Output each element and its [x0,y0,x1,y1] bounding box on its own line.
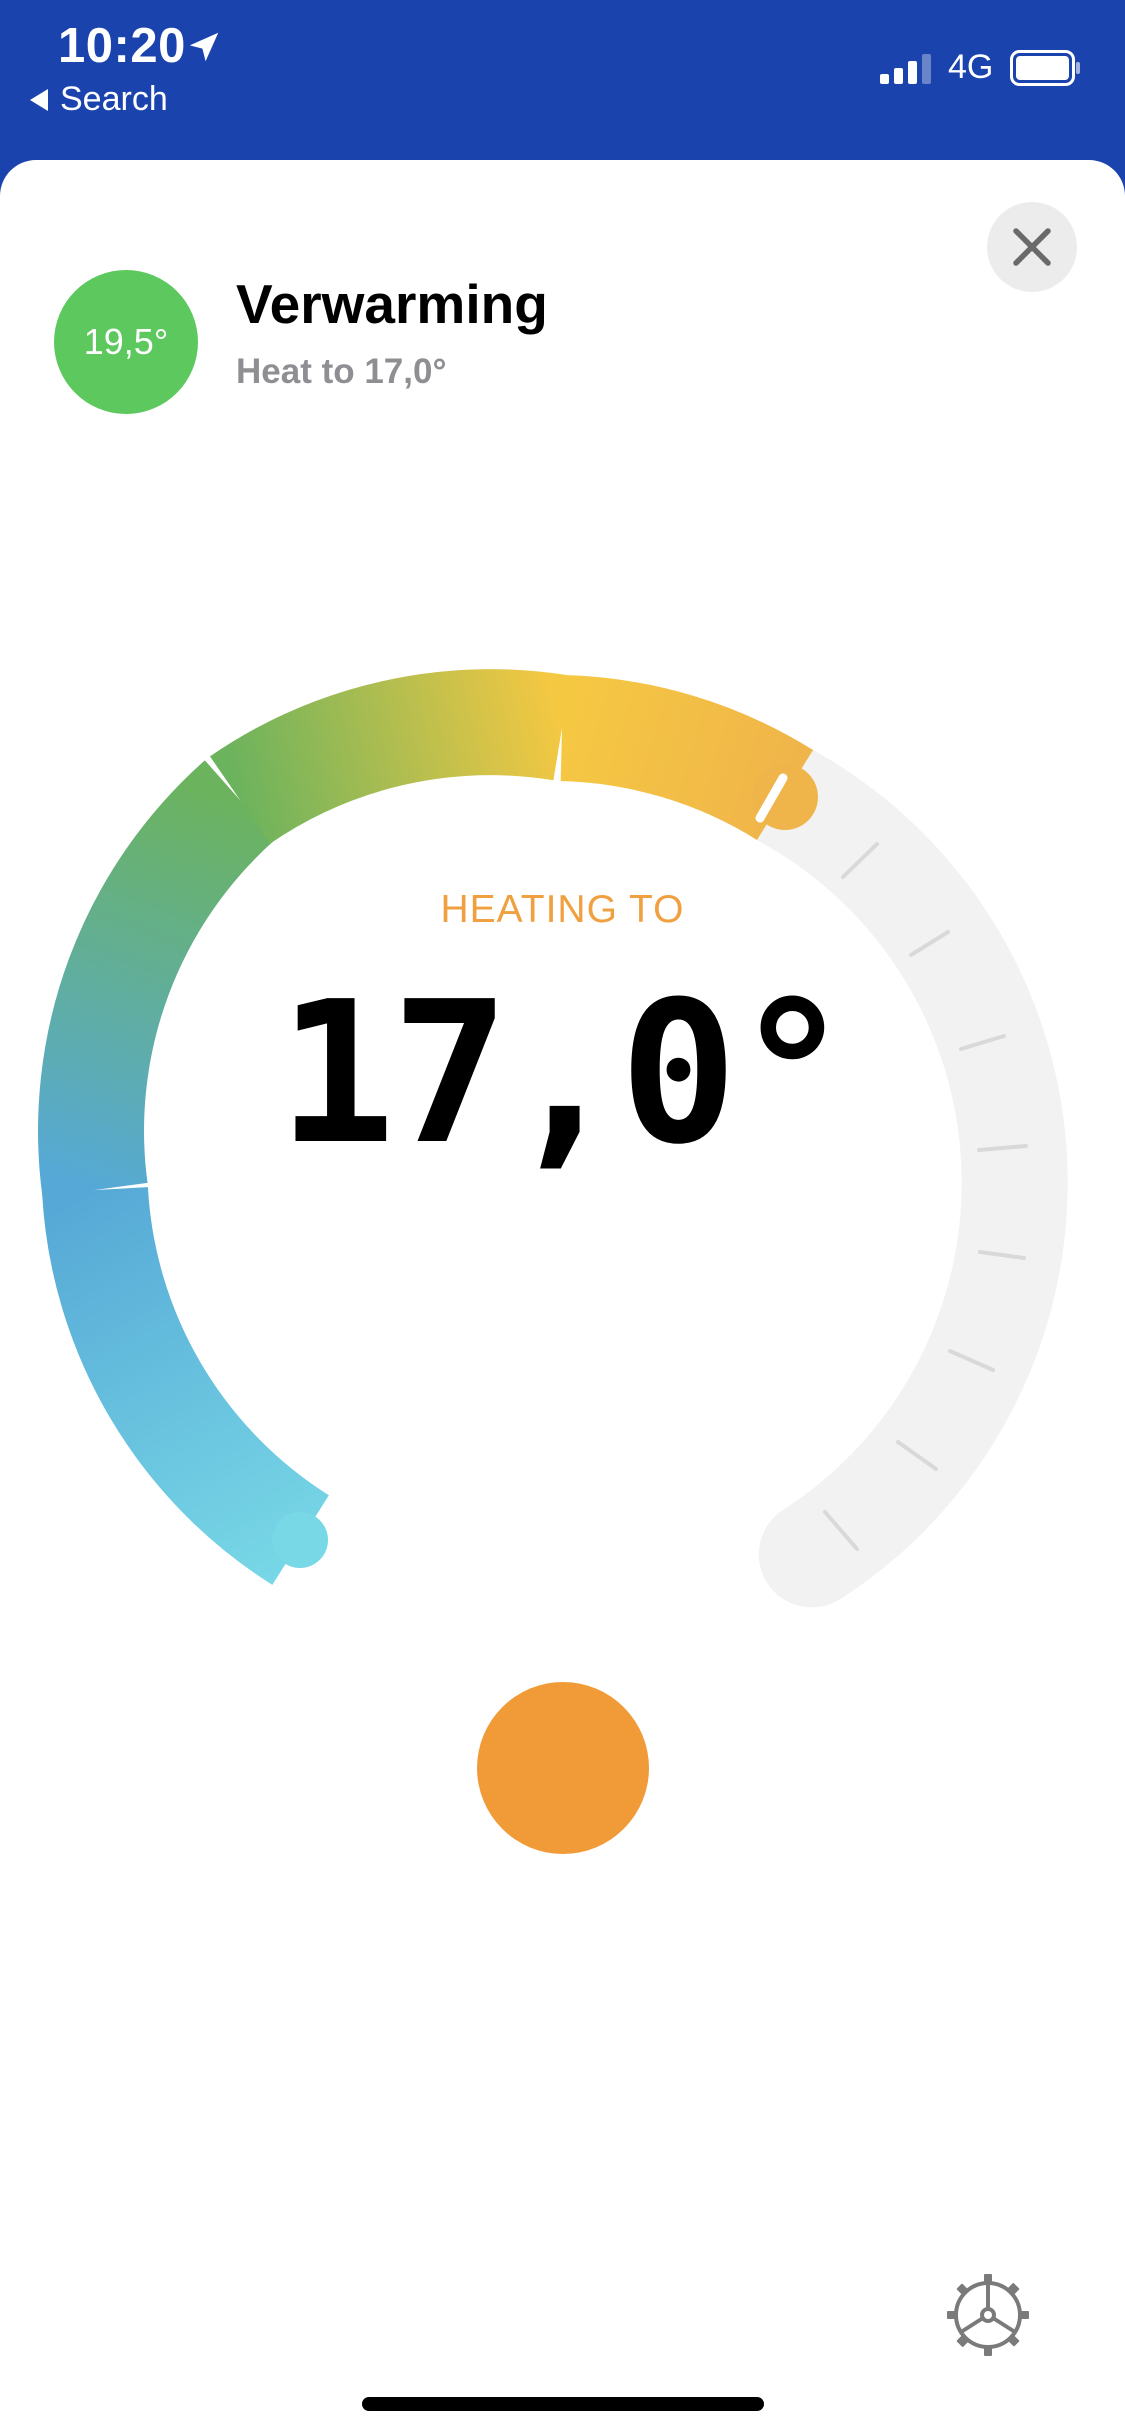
home-indicator [362,2397,764,2411]
heating-mode-label: HEATING TO [440,888,685,931]
target-temperature: 17,0° [277,960,851,1188]
dial-fill-segment-green [209,669,571,845]
dial-fill-end-cap [272,1512,328,1568]
heating-toggle-button[interactable] [477,1682,649,1854]
temperature-dial[interactable] [0,0,1125,2436]
dial-fill-segment-yellow [559,675,814,841]
dial-fill-segment-cool [42,1186,330,1585]
gear-icon[interactable] [945,2272,1031,2358]
